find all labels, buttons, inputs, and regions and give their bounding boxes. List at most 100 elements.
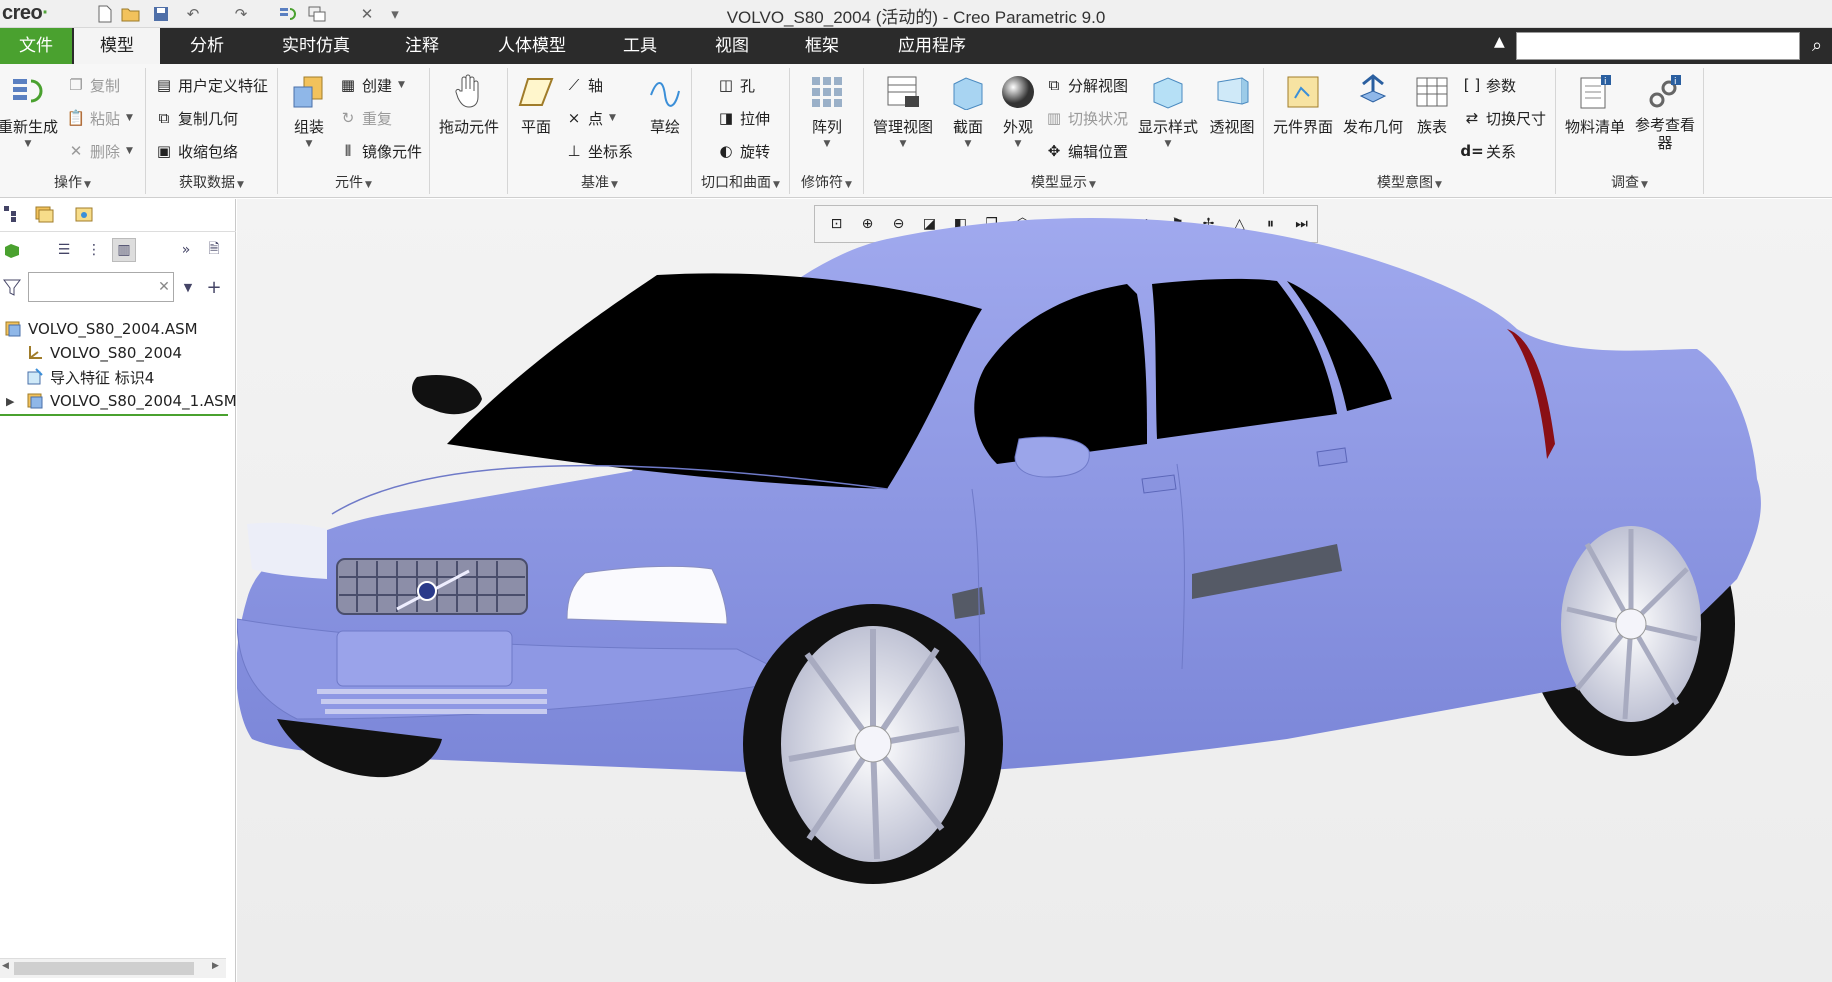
regenerate-button[interactable]: 重新生成 ▼ xyxy=(0,72,58,149)
group-label-model-display[interactable]: 模型显示 ▼ xyxy=(864,172,1263,192)
group-label-investigate[interactable]: 调查 ▼ xyxy=(1556,172,1703,192)
udf-button[interactable]: ▤ 用户定义特征 xyxy=(154,72,268,98)
search-input[interactable] xyxy=(1516,32,1800,60)
sketch-button[interactable]: 草绘 xyxy=(642,72,688,137)
pattern-button[interactable]: 阵列 ▼ xyxy=(796,72,858,149)
tree-horizontal-scrollbar[interactable]: ◀ ▶ xyxy=(0,958,226,978)
tab-model[interactable]: 模型 xyxy=(74,28,160,64)
tree-expand-icon[interactable]: ⋮ xyxy=(82,238,106,262)
tree-item-root-asm[interactable]: VOLVO_S80_2004.ASM xyxy=(4,318,198,340)
manage-views-icon xyxy=(883,72,923,112)
hole-button[interactable]: ◫ 孔 xyxy=(716,72,755,98)
copy-button[interactable]: ❐ 复制 xyxy=(66,72,120,98)
tree-columns-icon[interactable]: ▥ xyxy=(112,238,136,262)
tab-live-simulation[interactable]: 实时仿真 xyxy=(264,28,368,64)
tab-framework[interactable]: 框架 xyxy=(786,28,858,64)
section-icon xyxy=(948,72,988,112)
tab-tools[interactable]: 工具 xyxy=(604,28,676,64)
tab-annotate[interactable]: 注释 xyxy=(386,28,458,64)
tab-file[interactable]: 文件 xyxy=(0,28,72,64)
paste-button[interactable]: 📋 粘贴 ▼ xyxy=(66,105,133,131)
group-label-model-intent[interactable]: 模型意图 ▼ xyxy=(1264,172,1555,192)
insert-here-marker[interactable] xyxy=(0,414,228,416)
car-model[interactable] xyxy=(237,199,1832,982)
graphics-area[interactable]: ⊡ ⊕ ⊖ ◪ ◧ ❒ ⬡ ▣ ◩ ⧄ ⁘ ⚑ ✢ △ ⏸ ⏭ xyxy=(237,199,1832,982)
perspective-button[interactable]: 透视图 xyxy=(1204,72,1260,137)
show-icon[interactable] xyxy=(0,238,24,262)
tree-item-csys[interactable]: VOLVO_S80_2004 xyxy=(26,342,182,364)
tree-list-icon[interactable]: ☰ xyxy=(52,238,76,262)
component-interface-button[interactable]: 元件界面 xyxy=(1270,72,1336,137)
group-label-modifiers[interactable]: 修饰符 ▼ xyxy=(790,172,863,192)
plane-button[interactable]: 平面 xyxy=(510,72,562,137)
explode-view-button[interactable]: ⧉ 分解视图 xyxy=(1044,72,1128,98)
settings-doc-icon[interactable]: 🗎 xyxy=(202,238,226,262)
title-bar: creo· ↶ ↷ ✕ ▾ VOLVO_S80_2004 (活动的) - Cre… xyxy=(0,0,1832,28)
filter-dropdown-icon[interactable]: ▼ xyxy=(176,275,200,299)
copy-geometry-button[interactable]: ⧉ 复制几何 xyxy=(154,105,238,131)
tab-analysis[interactable]: 分析 xyxy=(164,28,250,64)
delete-icon: ✕ xyxy=(69,142,83,160)
extrude-button[interactable]: ◨ 拉伸 xyxy=(716,105,770,131)
tab-view[interactable]: 视图 xyxy=(696,28,768,64)
mirror-component-button[interactable]: ⫴ 镜像元件 xyxy=(338,138,422,164)
model-tree-tab-icon[interactable] xyxy=(0,202,24,226)
repeat-button[interactable]: ↻ 重复 xyxy=(338,105,392,131)
drag-component-button[interactable]: 拖动元件 xyxy=(434,72,504,137)
assemble-button[interactable]: 组装 ▼ xyxy=(282,72,336,149)
extrude-icon: ◨ xyxy=(718,109,734,127)
display-style-button[interactable]: 显示样式 ▼ xyxy=(1136,72,1200,149)
edit-position-icon: ✥ xyxy=(1047,142,1061,160)
create-button[interactable]: ▦ 创建 ▼ xyxy=(338,72,405,98)
sketch-icon xyxy=(645,72,685,112)
delete-button[interactable]: ✕ 删除 ▼ xyxy=(66,138,133,164)
switch-dimensions-button[interactable]: ⇄ 切换尺寸 xyxy=(1462,105,1546,131)
expand-arrow-icon[interactable]: ▶ xyxy=(6,395,26,408)
edit-position-button[interactable]: ✥ 编辑位置 xyxy=(1044,138,1128,164)
section-button[interactable]: 截面 ▼ xyxy=(944,72,992,149)
publish-geometry-button[interactable]: 发布几何 xyxy=(1340,72,1406,137)
point-icon: × xyxy=(567,109,581,127)
axis-button[interactable]: ⟋ 轴 xyxy=(564,72,603,98)
add-filter-icon[interactable]: + xyxy=(202,275,226,299)
search-icon[interactable]: ⌕ xyxy=(1804,32,1830,60)
shrinkwrap-icon: ▣ xyxy=(156,142,172,160)
manage-views-button[interactable]: 管理视图 ▼ xyxy=(870,72,936,149)
tab-applications[interactable]: 应用程序 xyxy=(880,28,984,64)
folder-browser-tab-icon[interactable] xyxy=(32,202,56,226)
right-headlight xyxy=(566,565,728,625)
group-label-operations[interactable]: 操作 ▼ xyxy=(0,172,145,192)
revolve-button[interactable]: ◐ 旋转 xyxy=(716,138,770,164)
group-label-component[interactable]: 元件 ▼ xyxy=(278,172,429,192)
tab-manikin[interactable]: 人体模型 xyxy=(482,28,582,64)
group-label-cut-surface[interactable]: 切口和曲面 ▼ xyxy=(692,172,789,192)
tree-item-sub-asm[interactable]: ▶ VOLVO_S80_2004_1.ASM xyxy=(6,390,237,412)
group-label-get-data[interactable]: 获取数据 ▼ xyxy=(146,172,277,192)
model-tree-pane: ☰ ⋮ ▥ » 🗎 ✕ ▼ + VOLVO_S80_2004.ASM VOLVO… xyxy=(0,199,237,982)
pattern-icon xyxy=(807,72,847,112)
collapse-ribbon-icon[interactable]: ▲ xyxy=(1494,34,1505,50)
parameters-button[interactable]: [ ] 参数 xyxy=(1462,72,1516,98)
group-investigate: i 物料清单 i 参考查看 器 调查 ▼ xyxy=(1556,68,1704,194)
group-operations: 重新生成 ▼ ❐ 复制 📋 粘贴 ▼ ✕ 删除 ▼ 操作 ▼ xyxy=(0,68,146,194)
shrinkwrap-button[interactable]: ▣ 收缩包络 xyxy=(154,138,238,164)
family-table-button[interactable]: 族表 xyxy=(1408,72,1456,137)
csys-button[interactable]: ⊥ 坐标系 xyxy=(564,138,633,164)
group-label-datum[interactable]: 基准 ▼ xyxy=(508,172,691,192)
bom-button[interactable]: i 物料清单 xyxy=(1562,72,1628,137)
reference-viewer-button[interactable]: i 参考查看 器 xyxy=(1632,72,1698,152)
display-style-icon xyxy=(1148,72,1188,112)
group-datum: 平面 ⟋ 轴 × 点 ▼ ⊥ 坐标系 草绘 基准 ▼ xyxy=(508,68,692,194)
appearance-button[interactable]: 外观 ▼ xyxy=(994,72,1042,149)
tree-item-import-feature[interactable]: 导入特征 标识4 xyxy=(26,366,154,388)
csys-icon: ⊥ xyxy=(567,142,581,160)
svg-text:i: i xyxy=(1604,77,1607,87)
clear-filter-icon[interactable]: ✕ xyxy=(152,275,176,299)
point-button[interactable]: × 点 ▼ xyxy=(564,105,616,131)
favorites-tab-icon[interactable] xyxy=(72,202,96,226)
assembly-icon xyxy=(26,392,44,410)
relations-button[interactable]: d= 关系 xyxy=(1460,138,1516,164)
filter-icon[interactable] xyxy=(0,275,24,299)
more-icon[interactable]: » xyxy=(174,238,198,262)
toggle-status-button[interactable]: ▥ 切换状况 xyxy=(1044,105,1128,131)
